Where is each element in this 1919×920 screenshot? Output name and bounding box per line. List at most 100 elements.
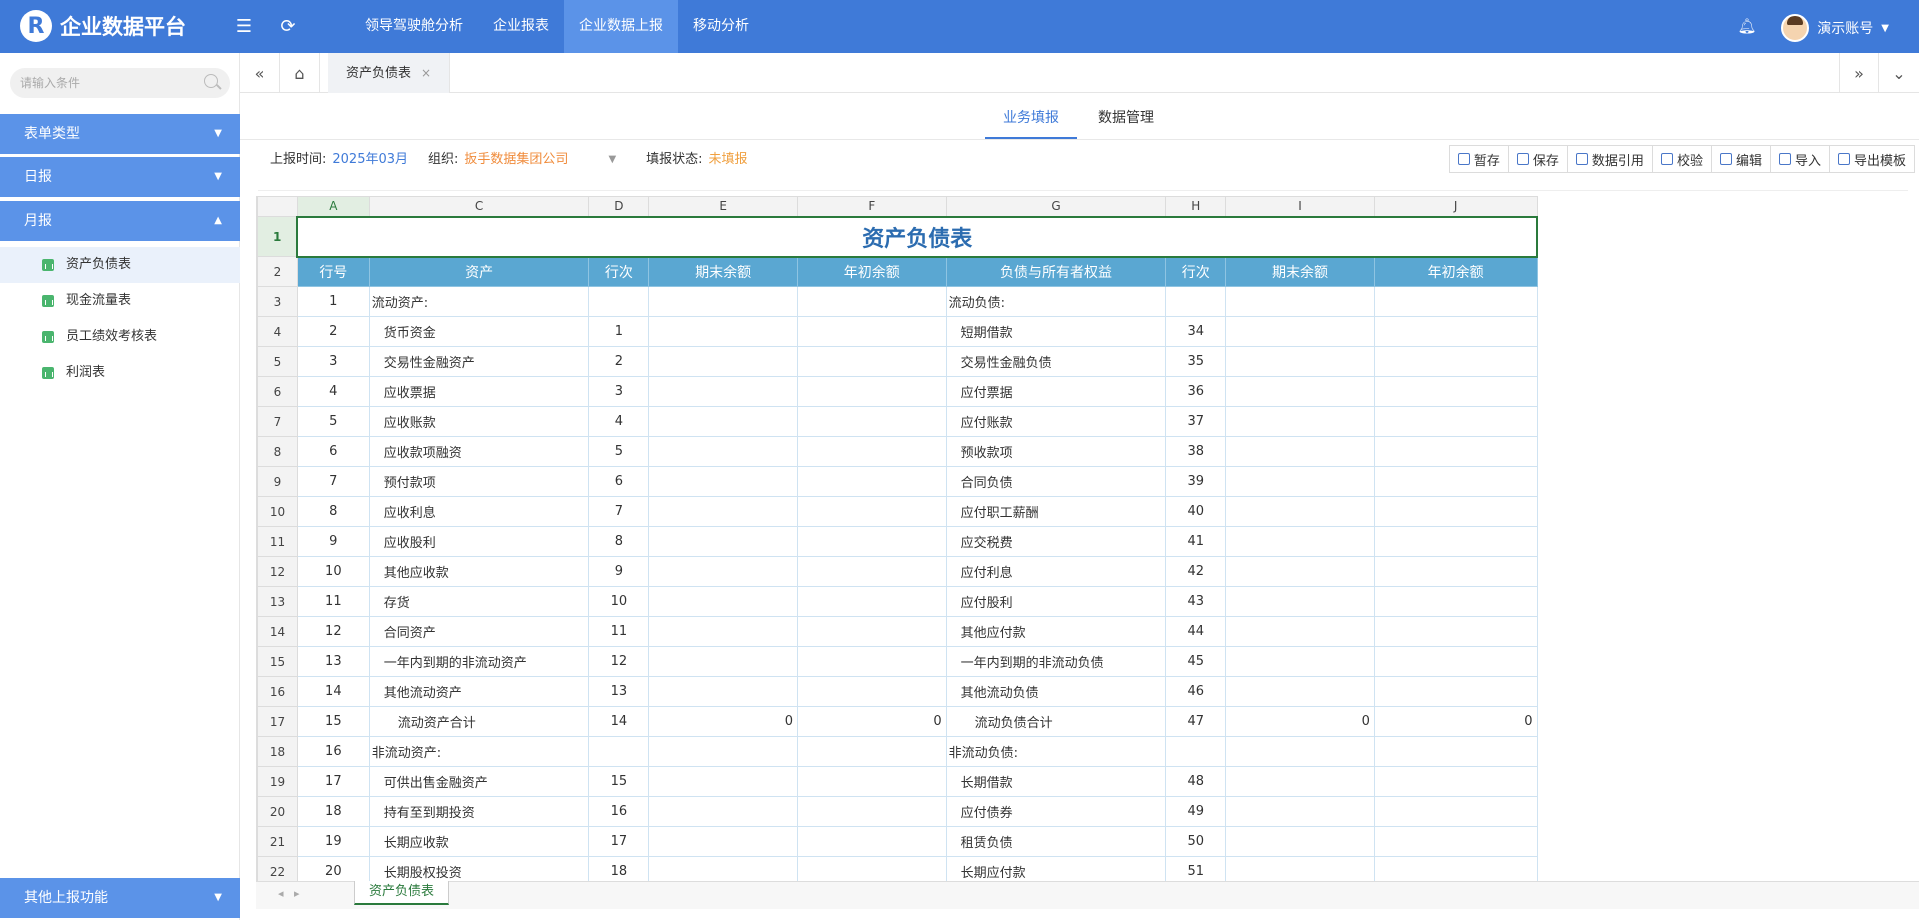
column-header[interactable]: C [368,196,590,217]
table-cell[interactable] [796,466,947,497]
table-cell[interactable] [796,736,947,767]
sidebar-group-daily[interactable]: 日报 ▼ [0,157,240,197]
table-cell[interactable]: 非流动负债: [945,736,1167,767]
table-cell[interactable] [648,856,798,881]
table-cell[interactable]: 47 [1165,706,1227,737]
table-cell[interactable]: 5 [588,436,650,467]
table-cell[interactable] [648,496,798,527]
table-cell[interactable]: 11 [588,616,650,647]
table-cell[interactable]: 长期应收款 [368,826,590,857]
table-cell[interactable]: 34 [1165,316,1227,347]
table-cell[interactable]: 应收票据 [368,376,590,407]
column-header[interactable]: G [945,196,1167,217]
sidebar-item-profit[interactable]: 利润表 [0,355,240,391]
table-cell[interactable]: 35 [1165,346,1227,377]
table-cell[interactable]: 一年内到期的非流动负债 [945,646,1167,677]
search-input[interactable]: 请输入条件 [10,68,230,98]
row-header[interactable]: 13 [257,586,298,617]
table-cell[interactable]: 0 [648,706,798,737]
table-cell[interactable]: 存货 [368,586,590,617]
table-cell[interactable] [1225,586,1375,617]
table-cell[interactable] [1373,316,1538,347]
home-icon[interactable]: ⌂ [280,53,320,93]
table-cell[interactable]: 4 [588,406,650,437]
table-cell[interactable] [1225,796,1375,827]
table-cell[interactable]: 应收款项融资 [368,436,590,467]
table-cell[interactable]: 16 [588,796,650,827]
time-value[interactable]: 2025年03月 [332,150,408,170]
table-cell[interactable] [1225,346,1375,377]
table-cell[interactable]: 50 [1165,826,1227,857]
table-cell[interactable] [588,736,650,767]
sidebar-footer-other[interactable]: 其他上报功能 ▼ [0,878,240,918]
table-cell[interactable]: 交易性金融资产 [368,346,590,377]
edit-button[interactable]: 编辑 [1710,145,1771,173]
table-cell[interactable]: 42 [1165,556,1227,587]
row-header[interactable]: 15 [257,646,298,677]
table-cell[interactable] [648,316,798,347]
table-cell[interactable] [1373,736,1538,767]
nav-item-reports[interactable]: 企业报表 [478,0,564,53]
table-cell[interactable] [648,556,798,587]
nav-item-cockpit[interactable]: 领导驾驶舱分析 [350,0,478,53]
table-cell[interactable] [796,346,947,377]
sheet-title[interactable]: 资产负债表 [296,215,1538,258]
sheet-tab-balance[interactable]: 资产负债表 [354,881,450,905]
table-cell[interactable] [1373,586,1538,617]
column-header[interactable]: J [1373,196,1538,217]
table-cell[interactable]: 应付股利 [945,586,1167,617]
table-cell[interactable] [1225,436,1375,467]
table-cell[interactable]: 长期股权投资 [368,856,590,881]
table-cell[interactable]: 7 [588,496,650,527]
table-cell[interactable]: 10 [588,586,650,617]
table-cell[interactable] [1225,766,1375,797]
table-cell[interactable] [1225,466,1375,497]
table-cell[interactable] [648,826,798,857]
table-cell[interactable]: 其他流动资产 [368,676,590,707]
table-cell[interactable]: 14 [296,676,370,707]
table-cell[interactable] [796,316,947,347]
column-title[interactable]: 行次 [1165,256,1227,287]
table-cell[interactable] [648,676,798,707]
table-cell[interactable] [796,766,947,797]
table-cell[interactable] [648,376,798,407]
table-cell[interactable] [1373,676,1538,707]
table-cell[interactable]: 45 [1165,646,1227,677]
table-cell[interactable] [1225,286,1375,317]
row-header[interactable]: 11 [257,526,298,557]
table-cell[interactable]: 16 [296,736,370,767]
refresh-icon[interactable]: ⟳ [276,14,300,38]
table-cell[interactable] [1165,736,1227,767]
column-header[interactable]: D [588,196,650,217]
search-icon[interactable] [204,74,218,88]
table-cell[interactable]: 15 [296,706,370,737]
table-cell[interactable] [1373,556,1538,587]
tab-data-management[interactable]: 数据管理 [1080,100,1172,139]
table-cell[interactable]: 14 [588,706,650,737]
row-header[interactable]: 21 [257,826,298,857]
table-cell[interactable] [648,736,798,767]
table-cell[interactable]: 应付债券 [945,796,1167,827]
table-cell[interactable]: 7 [296,466,370,497]
table-cell[interactable] [1373,406,1538,437]
table-cell[interactable] [796,556,947,587]
save-draft-button[interactable]: 暂存 [1448,145,1509,173]
table-cell[interactable]: 应收利息 [368,496,590,527]
import-button[interactable]: 导入 [1769,145,1830,173]
table-cell[interactable] [1373,346,1538,377]
table-cell[interactable]: 2 [296,316,370,347]
table-cell[interactable]: 40 [1165,496,1227,527]
table-cell[interactable]: 17 [296,766,370,797]
sidebar-group-monthly[interactable]: 月报 ▲ [0,201,240,241]
chevron-down-icon[interactable]: ⌄ [1879,53,1919,93]
org-select[interactable]: 扳手数据集团公司 [464,150,568,170]
table-cell[interactable]: 9 [296,526,370,557]
table-cell[interactable]: 预收款项 [945,436,1167,467]
table-cell[interactable] [796,856,947,881]
column-title[interactable]: 期末余额 [648,256,798,287]
column-title[interactable]: 行号 [296,256,370,287]
table-cell[interactable]: 18 [296,796,370,827]
table-cell[interactable] [648,616,798,647]
table-cell[interactable]: 合同资产 [368,616,590,647]
table-cell[interactable]: 10 [296,556,370,587]
